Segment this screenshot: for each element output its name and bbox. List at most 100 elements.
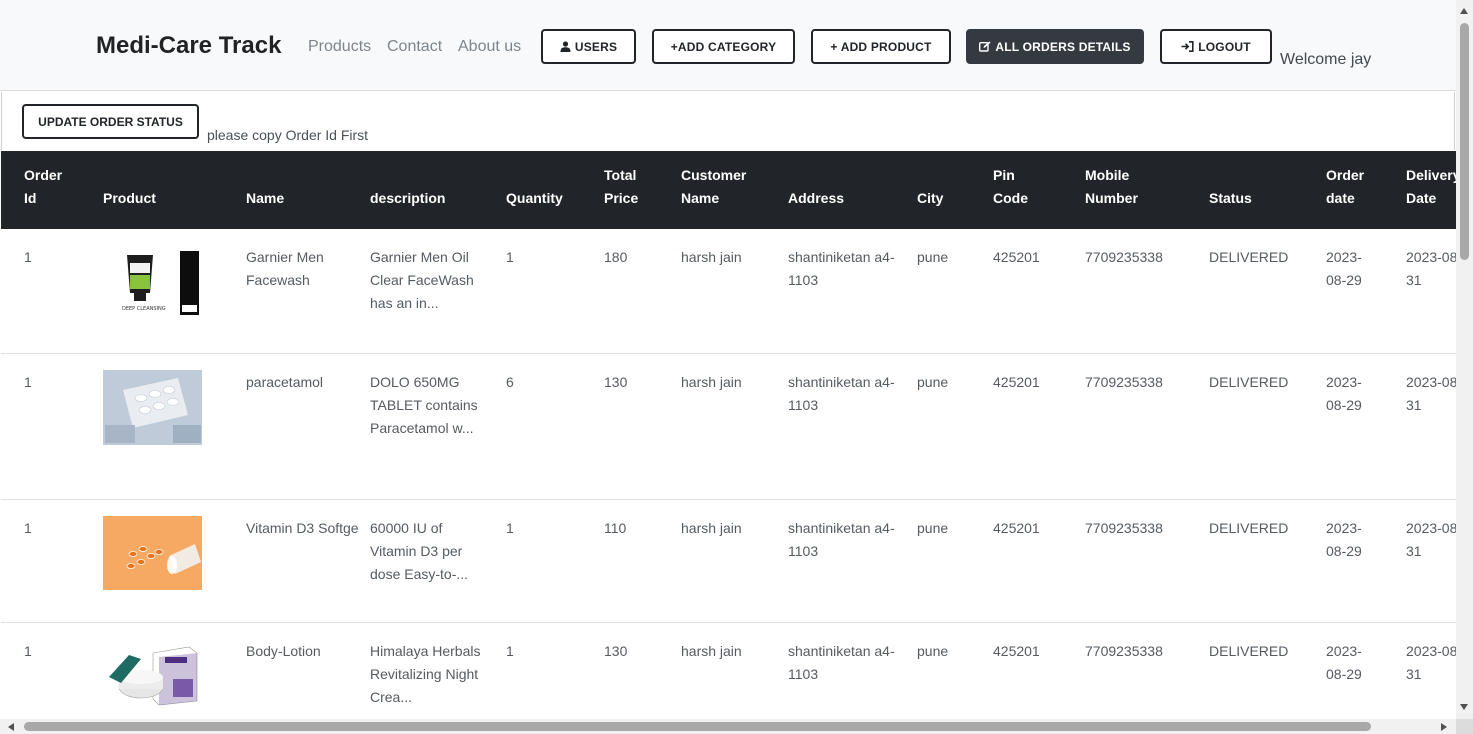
cell-customer-name: harsh jain xyxy=(681,499,788,623)
cell-pin-code: 425201 xyxy=(993,499,1085,623)
logout-label: LOGOUT xyxy=(1198,39,1251,54)
nav-link-contact[interactable]: Contact xyxy=(387,38,442,56)
table-header-row: Order Id Product Name description Quantit… xyxy=(1,151,1456,229)
copy-order-hint: please copy Order Id First xyxy=(207,127,369,143)
cell-status: DELIVERED xyxy=(1209,499,1326,623)
header-total-price: Total Price xyxy=(604,151,681,229)
cell-status: DELIVERED xyxy=(1209,229,1326,354)
orders-table-container[interactable]: Order Id Product Name description Quantit… xyxy=(1,151,1456,719)
update-order-status-button[interactable]: UPDATE ORDER STATUS xyxy=(22,104,199,139)
cell-pin-code: 425201 xyxy=(993,622,1085,719)
cell-delivery-date: 2023-08-31 xyxy=(1406,499,1456,623)
header-customer-name: Customer Name xyxy=(681,151,788,229)
cell-order-id: 1 xyxy=(1,229,103,354)
cell-total-price: 130 xyxy=(604,353,681,500)
cell-total-price: 110 xyxy=(604,499,681,623)
nav-link-products[interactable]: Products xyxy=(308,38,371,56)
cell-address: shantiniketan a4-1103 xyxy=(788,499,917,623)
cell-product-image: DEEP CLEANSING xyxy=(103,229,246,354)
header-order-date: Order date xyxy=(1326,151,1406,229)
scroll-down-arrow-icon[interactable] xyxy=(1460,704,1468,710)
tablets-image xyxy=(103,369,202,445)
cell-quantity: 1 xyxy=(506,229,604,354)
cell-city: pune xyxy=(917,622,993,719)
cell-address: shantiniketan a4-1103 xyxy=(788,229,917,354)
cell-description: Garnier Men Oil Clear FaceWash has an in… xyxy=(370,229,506,354)
navbar: Medi-Care Track Products Contact About u… xyxy=(0,0,1456,91)
add-product-label: + ADD PRODUCT xyxy=(830,39,932,54)
cell-address: shantiniketan a4-1103 xyxy=(788,622,917,719)
cell-order-date: 2023-08-29 xyxy=(1326,622,1406,719)
cell-name: Body-Lotion xyxy=(246,622,370,719)
user-icon xyxy=(560,41,571,52)
header-mobile-number: Mobile Number xyxy=(1085,151,1209,229)
nav-link-about[interactable]: About us xyxy=(458,38,521,56)
header-city: City xyxy=(917,151,993,229)
header-name: Name xyxy=(246,151,370,229)
cell-quantity: 6 xyxy=(506,353,604,500)
header-delivery-date: Delivery Date xyxy=(1406,151,1456,229)
horizontal-scrollbar[interactable] xyxy=(0,719,1456,734)
header-description: description xyxy=(370,151,506,229)
brand-logo[interactable]: Medi-Care Track xyxy=(96,32,281,60)
cell-order-date: 2023-08-29 xyxy=(1326,499,1406,623)
header-product: Product xyxy=(103,151,246,229)
table-row: 1 Body-Lotion Himalaya Herbals Revitaliz… xyxy=(1,622,1456,719)
cell-order-id: 1 xyxy=(1,353,103,500)
table-row: 1 xyxy=(1,499,1456,623)
scroll-up-arrow-icon[interactable] xyxy=(1460,8,1468,14)
cell-city: pune xyxy=(917,499,993,623)
cell-status: DELIVERED xyxy=(1209,353,1326,500)
capsules-image xyxy=(103,515,202,590)
cell-mobile: 7709235338 xyxy=(1085,622,1209,719)
cell-total-price: 180 xyxy=(604,229,681,354)
cell-description: Himalaya Herbals Revitalizing Night Crea… xyxy=(370,622,506,719)
logout-button[interactable]: LOGOUT xyxy=(1160,29,1272,64)
header-address: Address xyxy=(788,151,917,229)
all-orders-label: ALL ORDERS DETAILS xyxy=(995,39,1131,54)
table-row: 1 xyxy=(1,353,1456,500)
vertical-scrollbar[interactable] xyxy=(1456,0,1473,719)
edit-icon xyxy=(979,41,991,52)
horizontal-scroll-thumb[interactable] xyxy=(24,722,1371,731)
header-pin-code: Pin Code xyxy=(993,151,1085,229)
cell-order-id: 1 xyxy=(1,622,103,719)
cell-pin-code: 425201 xyxy=(993,353,1085,500)
users-button[interactable]: USERS xyxy=(541,29,636,64)
scroll-left-arrow-icon[interactable] xyxy=(8,723,14,731)
cell-delivery-date: 2023-08-31 xyxy=(1406,622,1456,719)
sign-in-icon xyxy=(1181,41,1194,52)
all-orders-button[interactable]: ALL ORDERS DETAILS xyxy=(966,29,1144,64)
cell-quantity: 1 xyxy=(506,499,604,623)
cell-city: pune xyxy=(917,229,993,354)
cell-name: paracetamol xyxy=(246,353,370,500)
cell-mobile: 7709235338 xyxy=(1085,499,1209,623)
cell-product-image xyxy=(103,499,246,623)
facewash-image: DEEP CLEANSING xyxy=(103,249,203,315)
cell-mobile: 7709235338 xyxy=(1085,353,1209,500)
cell-delivery-date: 2023-08-31 xyxy=(1406,353,1456,500)
cell-city: pune xyxy=(917,353,993,500)
cell-delivery-date: 2023-08-31 xyxy=(1406,229,1456,354)
cell-address: shantiniketan a4-1103 xyxy=(788,353,917,500)
cell-description: 60000 IU of Vitamin D3 per dose Easy-to-… xyxy=(370,499,506,623)
cell-product-image xyxy=(103,622,246,719)
cell-mobile: 7709235338 xyxy=(1085,229,1209,354)
welcome-text: Welcome jay xyxy=(1280,51,1372,68)
vertical-scroll-thumb[interactable] xyxy=(1460,23,1469,260)
svg-text:DEEP CLEANSING: DEEP CLEANSING xyxy=(122,306,166,312)
cell-quantity: 1 xyxy=(506,622,604,719)
cell-order-date: 2023-08-29 xyxy=(1326,353,1406,500)
cell-product-image xyxy=(103,353,246,500)
cell-name: Garnier Men Facewash xyxy=(246,229,370,354)
cell-total-price: 130 xyxy=(604,622,681,719)
header-status: Status xyxy=(1209,151,1326,229)
header-quantity: Quantity xyxy=(506,151,604,229)
table-row: 1 DEEP CLEANSING Garnier Men Facewash Ga… xyxy=(1,229,1456,354)
cell-description: DOLO 650MG TABLET contains Paracetamol w… xyxy=(370,353,506,500)
orders-table: Order Id Product Name description Quantit… xyxy=(1,151,1456,719)
scroll-right-arrow-icon[interactable] xyxy=(1441,723,1447,731)
add-product-button[interactable]: + ADD PRODUCT xyxy=(811,29,951,64)
cell-order-id: 1 xyxy=(1,499,103,623)
add-category-button[interactable]: +ADD CATEGORY xyxy=(652,29,795,64)
